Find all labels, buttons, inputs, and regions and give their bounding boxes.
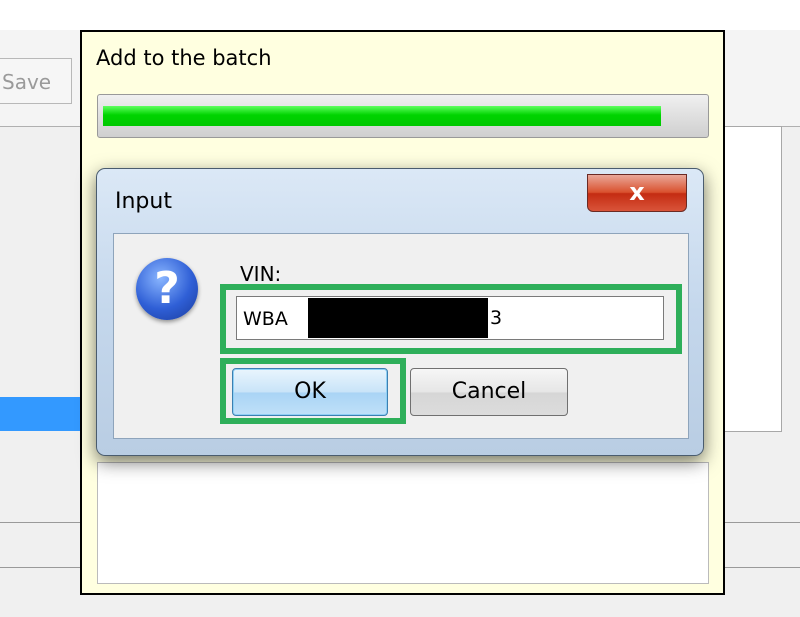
vin-prefix: WBA xyxy=(243,308,288,330)
input-dialog-body: ? VIN: WBA 3 OK Cancel xyxy=(113,233,689,439)
cancel-button[interactable]: Cancel xyxy=(410,368,568,416)
selected-list-row[interactable] xyxy=(0,397,90,431)
batch-list xyxy=(97,462,709,584)
input-dialog: Input x ? VIN: WBA 3 OK Cancel xyxy=(96,168,704,456)
progress-fill xyxy=(103,106,661,126)
save-button[interactable]: Save xyxy=(0,58,72,104)
vin-suffix: 3 xyxy=(490,307,503,329)
ok-button[interactable]: OK xyxy=(232,368,388,416)
close-button[interactable]: x xyxy=(587,174,687,212)
input-dialog-title: Input xyxy=(115,189,172,214)
progress-bar xyxy=(97,94,709,138)
vin-label: VIN: xyxy=(240,262,282,286)
question-icon: ? xyxy=(136,258,198,320)
dialog-title: Add to the batch xyxy=(96,46,272,70)
close-icon: x xyxy=(629,178,645,206)
background-title-strip xyxy=(0,0,800,30)
redaction-box xyxy=(308,298,488,338)
